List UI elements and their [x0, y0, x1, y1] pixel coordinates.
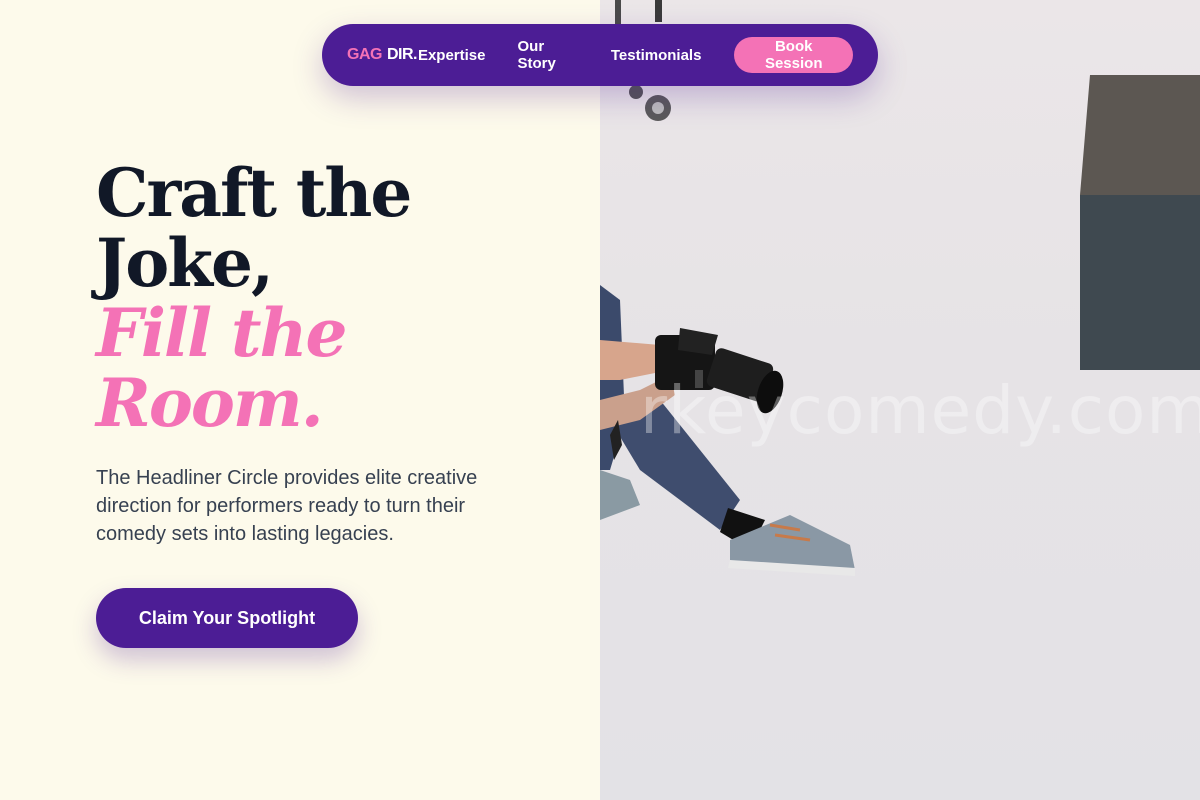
image-watermark: rkeycomedy.com	[640, 372, 1200, 449]
brand-logo[interactable]: GAG DIR. Expertise	[347, 46, 486, 64]
main-nav: GAG DIR. Expertise Our Story Testimonial…	[322, 24, 878, 86]
logo-dir-text: DIR.	[386, 46, 418, 63]
hero-description: The Headliner Circle provides elite crea…	[96, 467, 478, 545]
logo-expertise-text: Expertise	[417, 46, 486, 64]
hero-title-accent-line-2: Room.	[96, 364, 324, 442]
hero-title: Craft the Joke, Fill the Room.	[96, 154, 412, 442]
logo-gag-text: GAG	[347, 46, 382, 63]
book-session-button[interactable]: Book Session	[734, 37, 853, 73]
hero-title-accent-line-1: Fill the	[96, 294, 348, 372]
hero-title-line-1: Craft the	[96, 154, 412, 232]
hero-title-line-2: Joke,	[96, 224, 274, 302]
nav-link-testimonials[interactable]: Testimonials	[611, 47, 702, 64]
nav-link-our-story[interactable]: Our Story	[518, 38, 578, 72]
claim-spotlight-button[interactable]: Claim Your Spotlight	[96, 588, 358, 648]
